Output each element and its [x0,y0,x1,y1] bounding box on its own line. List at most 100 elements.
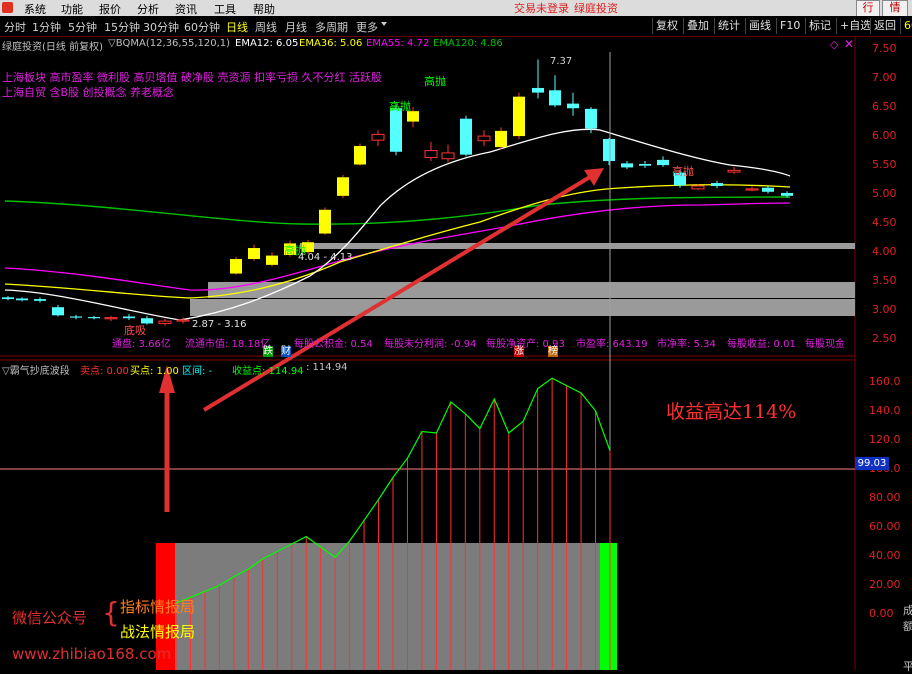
footer-float-shares: 通盘: 3.66亿 [112,339,171,350]
profit-annotation: 收益高达114% [666,401,797,423]
candle-body [657,159,669,166]
tab-30min[interactable]: 30分钟 [143,19,179,35]
candle-body [567,103,579,109]
edge-label: 额 [903,620,912,633]
tab-daily[interactable]: 日线 [226,19,248,35]
back-button[interactable]: 返回 [870,18,899,34]
ema55-value: EMA55: 4.72 [366,38,430,49]
price-tick: 3.50 [872,274,897,287]
candle-body [727,169,741,173]
high-sell-label-2: 高抛 [389,100,411,113]
tab-multi-period[interactable]: 多周期 [315,19,348,35]
stock-title: 绿庭投资(日线 前复权) [2,42,103,53]
tab-5min[interactable]: 5分钟 [68,19,97,35]
f10-button[interactable]: F10 [776,18,803,34]
candle-body [781,192,793,196]
menu-tools[interactable]: 工具 [214,1,236,17]
candle-body [603,139,615,162]
price-tick: 6.00 [872,129,897,142]
menu-quote[interactable]: 报价 [99,1,121,17]
candle-body [532,87,544,93]
add-watchlist-button[interactable]: +自选 [836,18,874,34]
close-icon[interactable]: ✕ [844,37,854,51]
profit-point-label: 收益点: 114.94 [232,366,304,377]
restore-right-button[interactable]: 复权 [652,18,681,34]
login-status[interactable]: 交易未登录 [514,0,569,16]
candle-body [460,118,472,155]
candle-body [248,248,260,260]
price-tick: 3.00 [872,303,897,316]
menu-system[interactable]: 系统 [24,1,46,17]
candle-body [230,259,242,274]
candle-body [424,150,438,159]
candle-body [585,108,597,129]
tab-15min[interactable]: 15分钟 [104,19,140,35]
sell-point-value: 卖点: 0.00 [80,366,129,377]
marker-down[interactable]: 跌 [263,346,273,357]
candle-body [441,152,455,160]
high-sell-label-1: 高抛 [424,75,446,88]
candle-body [2,297,14,300]
tab-1min[interactable]: 1分钟 [32,19,61,35]
candle-body [104,317,118,320]
stats-button[interactable]: 统计 [714,18,743,34]
candle-body [691,185,705,190]
marker-finance[interactable]: 财 [281,346,291,357]
quote-button[interactable]: 行 [856,0,880,17]
profit-curve [175,377,611,604]
tab-60min[interactable]: 60分钟 [184,19,220,35]
ema12-line [4,128,791,321]
candle-body [371,133,385,141]
indicator-name[interactable]: ▽BQMA(12,36,55,120,1) [108,38,230,49]
candle-body [477,135,491,142]
candle-body [495,130,507,148]
chevron-down-icon [381,22,387,26]
candle-body [16,298,28,301]
candle-body [337,177,349,196]
price-tick: 7.00 [872,71,897,84]
menu-analysis[interactable]: 分析 [137,1,159,17]
menu-bar: 系统 功能 报价 分析 资讯 工具 帮助 交易未登录 绿庭投资 行 情 [0,0,912,17]
tab-more[interactable]: 更多 [356,19,378,35]
wechat-label: 微信公众号 [12,609,88,627]
range-label-1: 4.04 - 4.13 [298,252,353,263]
candle-body [549,90,561,106]
concept-tags-line2: 上海自贸 含B股 创投概念 养老概念 [2,86,175,99]
edge-label: 成 [903,604,912,617]
candle-body [34,299,46,301]
ema36-value: EMA36: 5.06 [299,38,363,49]
candle-body [70,316,82,318]
overlay-button[interactable]: 叠加 [683,18,712,34]
marker-up[interactable]: 涨 [514,346,524,357]
price-tick: 5.00 [872,187,897,200]
tab-intraday[interactable]: 分时 [4,19,26,35]
candle-body [711,183,723,186]
price-tick: 4.00 [872,245,897,258]
main-price-axis: 7.50 7.00 6.50 6.00 5.50 5.00 4.50 4.00 … [855,36,912,673]
holding-area [175,543,600,670]
support-band-2 [208,282,855,298]
watermark-line2: 战法情报局 [120,623,196,641]
profit-tick: 60.00 [869,520,901,533]
price-tick: 2.50 [872,332,897,345]
high-sell-label-4: 高抛 [672,165,694,178]
current-value-badge: 99.03 [855,457,889,470]
candle-body [158,320,172,324]
candle-body [52,307,64,316]
menu-info[interactable]: 资讯 [175,1,197,17]
mark-button[interactable]: 标记 [805,18,834,34]
draw-line-button[interactable]: 画线 [745,18,774,34]
candle-body [621,163,633,168]
sub-indicator-name[interactable]: ▽霸气抄底波段 [2,362,70,377]
candle-body [390,108,402,152]
footer-pe: 市盈率: 643.19 [576,339,648,350]
marker-list[interactable]: 榜 [548,346,558,357]
info-button[interactable]: 情 [882,0,908,17]
menu-function[interactable]: 功能 [61,1,83,17]
tab-monthly[interactable]: 月线 [285,19,307,35]
diamond-icon[interactable]: ◇ [830,38,838,51]
brace-icon: { [102,596,120,629]
tab-weekly[interactable]: 周线 [255,19,277,35]
footer-float-cap: 流通市值: 18.18亿 [185,339,271,350]
menu-help[interactable]: 帮助 [253,1,275,17]
